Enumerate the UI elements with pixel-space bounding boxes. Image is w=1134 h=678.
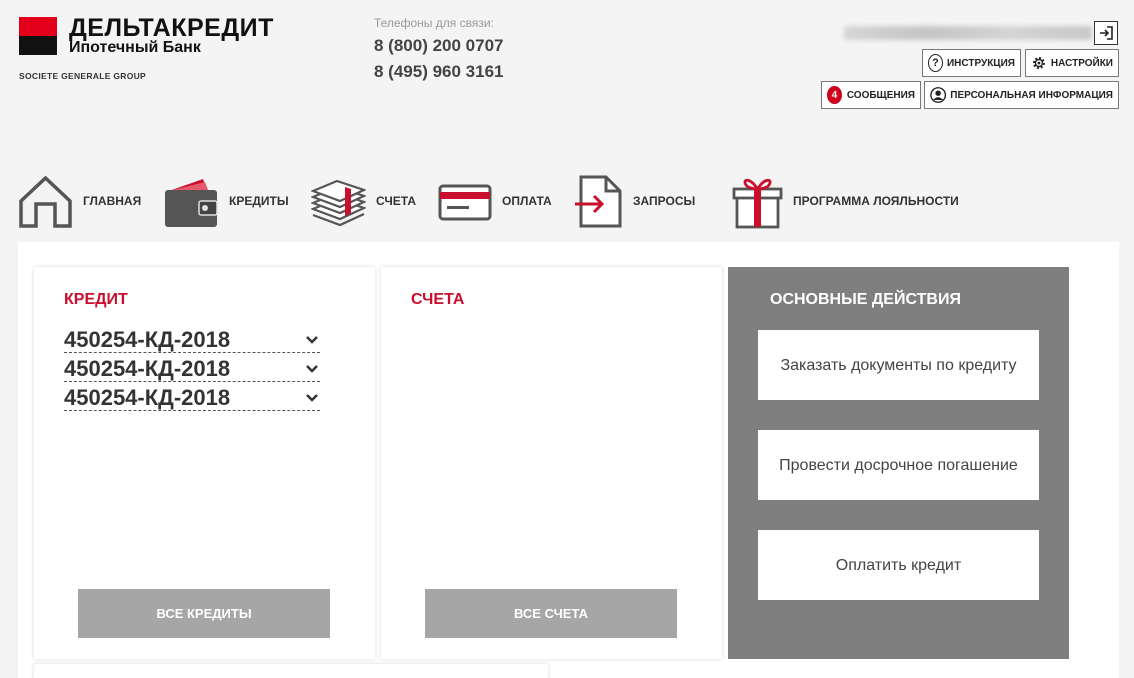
loan-item[interactable]: 450254-КД-2018	[64, 353, 320, 382]
brand-group: SOCIETE GENERALE GROUP	[19, 71, 147, 81]
logout-button[interactable]	[1094, 21, 1118, 45]
home-icon	[19, 175, 72, 228]
all-accounts-button[interactable]: ВСЕ СЧЕТА	[425, 589, 677, 638]
help-icon: ?	[928, 54, 943, 72]
chevron-down-icon[interactable]	[304, 390, 320, 406]
nav-payment[interactable]: ОПЛАТА	[438, 170, 552, 232]
user-icon	[930, 87, 947, 103]
loan-number: 450254-КД-2018	[64, 356, 231, 381]
logout-icon	[1100, 26, 1113, 40]
personal-info-label: ПЕРСОНАЛЬНАЯ ИНФОРМАЦИЯ	[950, 89, 1113, 101]
loan-number: 450254-КД-2018	[64, 327, 231, 352]
messages-label: СООБЩЕНИЯ	[846, 89, 915, 101]
user-name: ████████ ██████ ███████████	[844, 26, 1092, 40]
nav-accounts[interactable]: СЧЕТА	[311, 170, 416, 232]
nav-loyalty-label: ПРОГРАММА ЛОЯЛЬНОСТИ	[793, 194, 959, 208]
brand-subtitle: Ипотечный Банк	[69, 39, 201, 56]
loan-number: 450254-КД-2018	[64, 385, 231, 410]
gear-icon	[1032, 57, 1045, 69]
settings-button[interactable]: НАСТРОЙКИ	[1025, 49, 1119, 77]
request-icon	[575, 175, 622, 228]
loan-item[interactable]: 450254-КД-2018	[64, 324, 320, 353]
early-repayment-button[interactable]: Провести досрочное погашение	[758, 430, 1039, 500]
phones-label: Телефоны для связи:	[374, 16, 494, 30]
wallet-icon	[165, 179, 218, 227]
instructions-button[interactable]: ? ИНСТРУКЦИЯ	[922, 49, 1021, 77]
nav-home-label: ГЛАВНАЯ	[83, 194, 142, 208]
actions-title: ОСНОВНЫЕ ДЕЙСТВИЯ	[770, 291, 961, 308]
messages-count-badge: 4	[827, 86, 842, 104]
pay-credit-button[interactable]: Оплатить кредит	[758, 530, 1039, 600]
chevron-down-icon[interactable]	[304, 332, 320, 348]
card-icon	[438, 184, 492, 221]
all-credits-button[interactable]: ВСЕ КРЕДИТЫ	[78, 589, 330, 638]
money-stack-icon	[311, 179, 366, 227]
messages-button[interactable]: 4 СООБЩЕНИЯ	[821, 81, 921, 109]
nav-loyalty[interactable]: ПРОГРАММА ЛОЯЛЬНОСТИ	[732, 170, 959, 232]
credit-card-panel: КРЕДИТ 450254-КД-2018 450254-КД-2018 450…	[34, 267, 375, 659]
nav-home[interactable]: ГЛАВНАЯ	[18, 170, 141, 232]
gift-icon	[732, 178, 783, 229]
settings-label: НАСТРОЙКИ	[1050, 57, 1113, 69]
phone-1: 8 (800) 200 0707	[374, 36, 504, 55]
nav-credits-label: КРЕДИТЫ	[229, 194, 289, 208]
main-actions-panel: ОСНОВНЫЕ ДЕЙСТВИЯ Заказать документы по …	[728, 267, 1069, 659]
order-documents-button[interactable]: Заказать документы по кредиту	[758, 330, 1039, 400]
loan-item[interactable]: 450254-КД-2018	[64, 382, 320, 411]
nav-payment-label: ОПЛАТА	[502, 194, 552, 208]
logo-mark	[19, 17, 57, 55]
accounts-card-panel: СЧЕТА ВСЕ СЧЕТА	[381, 267, 722, 659]
instructions-label: ИНСТРУКЦИЯ	[946, 57, 1015, 69]
personal-info-button[interactable]: ПЕРСОНАЛЬНАЯ ИНФОРМАЦИЯ	[924, 81, 1119, 109]
chevron-down-icon[interactable]	[304, 361, 320, 377]
credit-title: КРЕДИТ	[64, 291, 128, 308]
accounts-title: СЧЕТА	[411, 291, 465, 308]
nav-requests-label: ЗАПРОСЫ	[633, 194, 696, 208]
nav-accounts-label: СЧЕТА	[376, 194, 417, 208]
nav-requests[interactable]: ЗАПРОСЫ	[573, 170, 695, 232]
nav-credits[interactable]: КРЕДИТЫ	[163, 170, 289, 232]
contact-phones: Телефоны для связи: 8 (800) 200 0707 8 (…	[374, 16, 504, 82]
phone-2: 8 (495) 960 3161	[374, 62, 504, 81]
lower-card-panel	[34, 664, 548, 678]
